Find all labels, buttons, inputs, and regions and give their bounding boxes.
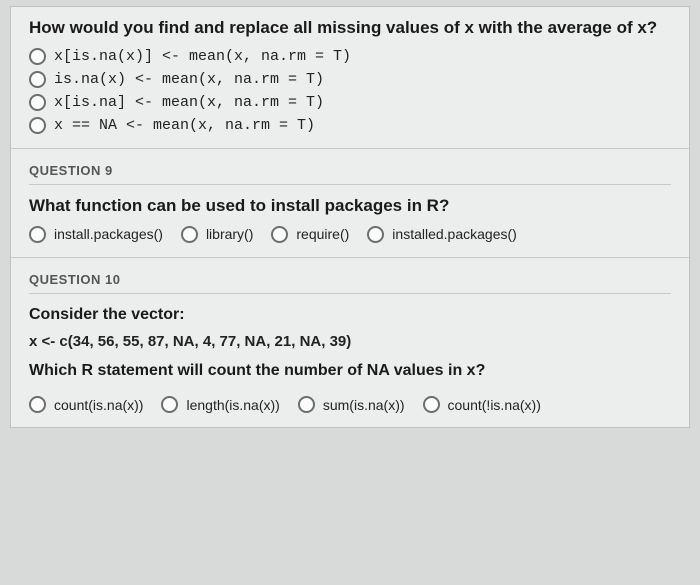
radio-icon[interactable]	[29, 117, 46, 134]
q9-prompt: What function can be used to install pac…	[29, 195, 671, 218]
radio-icon[interactable]	[29, 71, 46, 88]
q10-vector: x <- c(34, 56, 55, 87, NA, 4, 77, NA, 21…	[29, 333, 671, 350]
radio-icon[interactable]	[271, 226, 288, 243]
option-label: x == NA <- mean(x, na.rm = T)	[54, 117, 315, 134]
q8-option-1[interactable]: x[is.na(x)] <- mean(x, na.rm = T)	[29, 48, 671, 65]
radio-icon[interactable]	[181, 226, 198, 243]
radio-icon[interactable]	[423, 396, 440, 413]
option-label: count(is.na(x))	[54, 397, 143, 413]
q8-option-4[interactable]: x == NA <- mean(x, na.rm = T)	[29, 117, 671, 134]
option-label: is.na(x) <- mean(x, na.rm = T)	[54, 71, 324, 88]
radio-icon[interactable]	[298, 396, 315, 413]
q10-line1: Consider the vector:	[29, 304, 671, 326]
q8-option-3[interactable]: x[is.na] <- mean(x, na.rm = T)	[29, 94, 671, 111]
q9-options: install.packages() library() require() i…	[29, 226, 671, 243]
quiz-sheet: How would you find and replace all missi…	[10, 6, 690, 428]
option-label: sum(is.na(x))	[323, 397, 405, 413]
option-label: install.packages()	[54, 226, 163, 242]
radio-icon[interactable]	[29, 48, 46, 65]
q8-prompt: How would you find and replace all missi…	[29, 17, 671, 40]
option-label: x[is.na] <- mean(x, na.rm = T)	[54, 94, 324, 111]
q10-option-1[interactable]: count(is.na(x))	[29, 396, 143, 413]
q9-option-4[interactable]: installed.packages()	[367, 226, 517, 243]
radio-icon[interactable]	[29, 94, 46, 111]
q9-option-3[interactable]: require()	[271, 226, 349, 243]
q10-option-3[interactable]: sum(is.na(x))	[298, 396, 405, 413]
q10-heading: QUESTION 10	[11, 258, 689, 293]
option-label: count(!is.na(x))	[448, 397, 541, 413]
q8-option-2[interactable]: is.na(x) <- mean(x, na.rm = T)	[29, 71, 671, 88]
option-label: installed.packages()	[392, 226, 517, 242]
question-10-block: Consider the vector: x <- c(34, 56, 55, …	[11, 294, 689, 427]
q9-option-2[interactable]: library()	[181, 226, 253, 243]
q8-options: x[is.na(x)] <- mean(x, na.rm = T) is.na(…	[29, 48, 671, 134]
q10-option-2[interactable]: length(is.na(x))	[161, 396, 279, 413]
option-label: require()	[296, 226, 349, 242]
q10-option-4[interactable]: count(!is.na(x))	[423, 396, 541, 413]
q9-option-1[interactable]: install.packages()	[29, 226, 163, 243]
radio-icon[interactable]	[161, 396, 178, 413]
question-8-block: How would you find and replace all missi…	[11, 7, 689, 149]
option-label: length(is.na(x))	[186, 397, 279, 413]
question-9-block: What function can be used to install pac…	[11, 185, 689, 258]
option-label: x[is.na(x)] <- mean(x, na.rm = T)	[54, 48, 351, 65]
radio-icon[interactable]	[367, 226, 384, 243]
option-label: library()	[206, 226, 253, 242]
q9-heading: QUESTION 9	[11, 149, 689, 184]
q10-options: count(is.na(x)) length(is.na(x)) sum(is.…	[29, 396, 671, 413]
radio-icon[interactable]	[29, 226, 46, 243]
radio-icon[interactable]	[29, 396, 46, 413]
q10-prompt: Which R statement will count the number …	[29, 360, 671, 382]
